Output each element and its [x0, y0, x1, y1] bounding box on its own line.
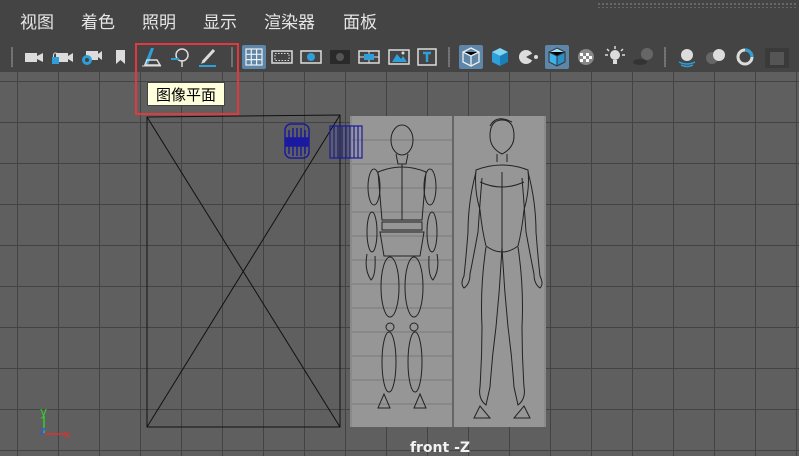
resolution-gate-icon[interactable]	[299, 45, 323, 69]
camera-object-wireframe[interactable]	[284, 123, 310, 159]
axis-label-z: z	[40, 424, 46, 437]
screen-space-ao-icon[interactable]	[675, 45, 699, 69]
camera-name-label: front -Z	[409, 440, 471, 456]
axis-label-y: y	[40, 405, 47, 419]
front-viewport[interactable]: y z x	[0, 72, 799, 456]
menu-view[interactable]: 视图	[20, 13, 54, 33]
toolbar-separator	[11, 47, 13, 67]
image-plane-tooltip: 图像平面	[147, 82, 225, 106]
reference-image-plane[interactable]	[350, 116, 546, 427]
wireframe-icon[interactable]	[459, 45, 483, 69]
film-gate-icon[interactable]	[270, 45, 294, 69]
bookmark-icon[interactable]	[108, 45, 132, 69]
menu-show[interactable]: 显示	[203, 13, 237, 33]
camera-attributes-icon[interactable]	[78, 45, 102, 69]
motion-blur-icon[interactable]	[704, 45, 728, 69]
axis-label-x: x	[64, 428, 71, 441]
toolbar-separator	[664, 47, 666, 67]
menu-renderer[interactable]: 渲染器	[264, 13, 315, 33]
smooth-shade-icon[interactable]	[488, 45, 512, 69]
isolate-select-icon[interactable]	[762, 45, 792, 69]
safe-action-icon[interactable]	[387, 45, 411, 69]
menu-shading[interactable]: 着色	[81, 13, 115, 33]
grid-icon[interactable]	[242, 45, 266, 69]
xray-icon[interactable]	[574, 45, 598, 69]
axis-gizmo: y z x	[36, 404, 86, 448]
shadows-icon[interactable]	[631, 45, 655, 69]
image-plane-placeholder[interactable]	[146, 114, 341, 428]
panel-menubar: 视图 着色 照明 显示 渲染器 面板	[0, 0, 799, 40]
camera-icon[interactable]	[22, 45, 46, 69]
gate-mask-icon[interactable]	[328, 45, 352, 69]
safe-title-icon[interactable]	[415, 45, 439, 69]
anti-aliasing-icon[interactable]	[733, 45, 757, 69]
toolbar-separator	[448, 47, 450, 67]
camera-lock-icon[interactable]	[50, 45, 74, 69]
lights-icon[interactable]	[603, 45, 627, 69]
panel-drag-handle[interactable]	[597, 2, 797, 8]
wireframe-on-shaded-icon[interactable]	[545, 45, 569, 69]
field-chart-icon[interactable]	[357, 45, 381, 69]
maya-viewport-panel: 视图 着色 照明 显示 渲染器 面板 y z x front -Z 图像平面	[0, 0, 799, 456]
default-material-icon[interactable]	[516, 45, 540, 69]
scene-canvas[interactable]	[0, 72, 799, 456]
menu-panels[interactable]: 面板	[343, 13, 377, 33]
panel-toolbar	[0, 42, 799, 72]
menu-lighting[interactable]: 照明	[142, 13, 176, 33]
